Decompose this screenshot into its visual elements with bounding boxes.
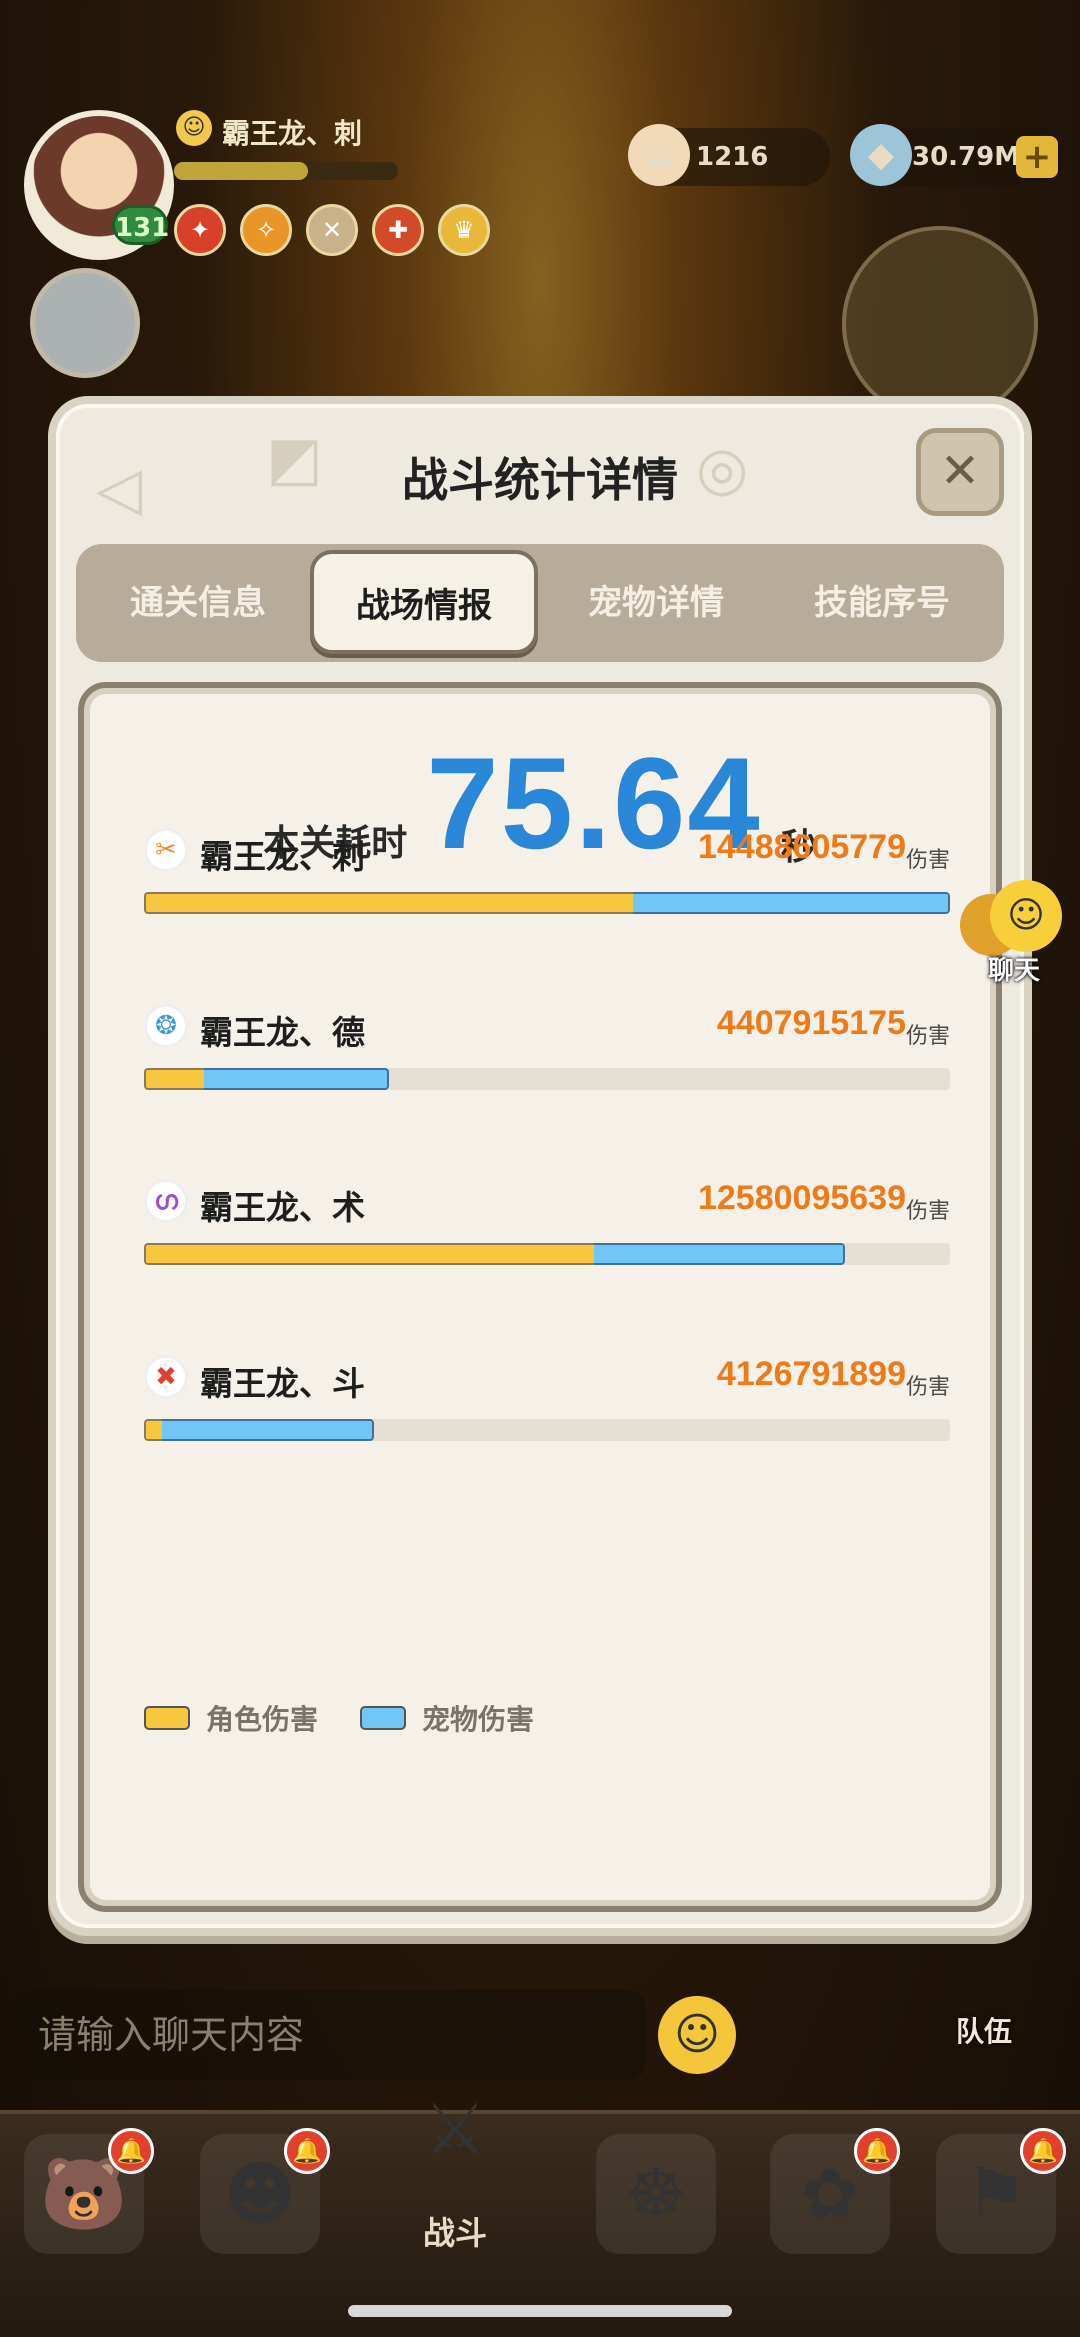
role-damage-label: 角色伤害 (206, 1703, 319, 1736)
battlefield-intel-panel: 本关耗时 75.64 秒 ✂ 霸王龙、刺 14488605779 伤害 ❂ 霸王龙、德 44… (78, 682, 1002, 1912)
player-name: 霸王龙、刺 (222, 117, 363, 150)
blade-class-icon: ✂ (144, 828, 188, 872)
bell-icon: 🔔 (108, 2128, 154, 2174)
smiley-icon: ☺ (990, 880, 1062, 952)
nav-battle-label: 战斗 (422, 2214, 487, 2252)
damage-unit: 伤害 (905, 1375, 950, 1400)
bell-icon: 🔔 (1020, 2128, 1066, 2174)
pet-damage-bar (162, 1419, 374, 1441)
player-name: 霸王龙、德 (200, 1013, 365, 1052)
bell-icon: 🔔 (854, 2128, 900, 2174)
pet-damage-swatch (360, 1706, 406, 1730)
damage-unit: 伤害 (905, 1024, 950, 1049)
player-name: 霸王龙、斗 (200, 1364, 365, 1403)
damage-unit: 伤害 (905, 1199, 950, 1224)
xp-bar (174, 162, 398, 180)
damage-bar (144, 1243, 950, 1265)
role-damage-bar (144, 892, 633, 914)
fighter-class-icon: ✖ (144, 1355, 188, 1399)
buff-icon[interactable]: ✦ (174, 204, 226, 256)
tab-pet-details[interactable]: 宠物详情 (540, 544, 772, 662)
bottom-nav: 🐻 🔔 ☻ 🔔 ⚔ 战斗 ☸ ✿ 🔔 ⚑ 🔔 (0, 2088, 1080, 2337)
chat-label: 聊天 (988, 956, 1041, 986)
crown-icon[interactable]: ♛ (438, 204, 490, 256)
role-damage-bar (144, 1068, 204, 1090)
pet-damage-bar (204, 1068, 389, 1090)
emoji-button[interactable]: ☺ (658, 1996, 736, 2074)
damage-value: 12580095639 (697, 1179, 906, 1217)
damage-bar (144, 1419, 950, 1441)
nav-guild[interactable]: ⚑ 🔔 (926, 2128, 1066, 2294)
player-name: 霸王龙、刺 (200, 837, 365, 876)
player-name: 霸王龙、术 (200, 1188, 365, 1227)
bell-icon: 🔔 (284, 2128, 330, 2174)
buff-icon[interactable]: ✚ (372, 204, 424, 256)
damage-bar (144, 1068, 950, 1090)
role-damage-swatch (144, 1706, 190, 1730)
pet-damage-label: 宠物伤害 (422, 1703, 535, 1736)
role-damage-bar (144, 1419, 162, 1441)
damage-value: 4126791899 (716, 1355, 906, 1393)
pet-damage-bar (594, 1243, 845, 1265)
stone-icon: ◆ (850, 124, 912, 186)
home-indicator (348, 2305, 732, 2317)
emote-icon: ☺ (176, 110, 212, 146)
dialog-title: 战斗统计详情 (402, 453, 678, 507)
nav-pet-shop[interactable]: 🐻 🔔 (14, 2128, 154, 2294)
chat-button[interactable]: ☺ 聊天 (960, 880, 1070, 990)
role-damage-bar (144, 1243, 594, 1265)
damage-value: 4407915175 (716, 1004, 906, 1042)
sword-icon: ⚔ (423, 2088, 487, 2170)
elder-icon: ☸ (596, 2134, 716, 2254)
tab-battlefield-intel[interactable]: 战场情报 (310, 550, 538, 654)
warlock-class-icon: ഗ (144, 1179, 188, 1223)
tab-bar: 通关信息 战场情报 宠物详情 技能序号 (76, 544, 1004, 662)
nav-character[interactable]: ☻ 🔔 (190, 2128, 330, 2294)
battle-stats-dialog: ◁ ◩ ◎ 战斗统计详情 ✕ 通关信息 战场情报 宠物详情 技能序号 本关耗时 … (48, 396, 1032, 1936)
damage-value: 14488605779 (697, 828, 906, 866)
tab-clear-info[interactable]: 通关信息 (82, 544, 314, 662)
level-badge: 131 (112, 205, 169, 245)
damage-row: ഗ 霸王龙、术 12580095639 伤害 (144, 1179, 950, 1279)
damage-unit: 伤害 (905, 848, 950, 873)
shell-icon: ◒ (628, 124, 690, 186)
damage-bar (144, 892, 950, 914)
nav-pets[interactable]: ✿ 🔔 (760, 2128, 900, 2294)
close-button[interactable]: ✕ (916, 428, 1004, 516)
team-button[interactable]: 队伍 (956, 2010, 1012, 2050)
shell-currency[interactable]: ◒ 1216 (628, 124, 830, 186)
stone-currency[interactable]: ◆ 30.79M + (850, 124, 1062, 186)
minimap[interactable] (842, 226, 1038, 422)
add-currency-button[interactable]: + (1016, 136, 1058, 178)
teammate-avatar[interactable] (30, 268, 140, 378)
druid-class-icon: ❂ (144, 1004, 188, 1048)
damage-row: ✖ 霸王龙、斗 4126791899 伤害 (144, 1355, 950, 1455)
tab-skill-order[interactable]: 技能序号 (766, 544, 998, 662)
buff-icon[interactable]: ✕ (306, 204, 358, 256)
damage-row: ✂ 霸王龙、刺 14488605779 伤害 (144, 828, 950, 928)
damage-row: ❂ 霸王龙、德 4407915175 伤害 (144, 1004, 950, 1104)
pet-damage-bar (633, 892, 950, 914)
chat-input[interactable]: 请输入聊天内容 (14, 1990, 646, 2080)
nav-battle[interactable]: ⚔ 战斗 (385, 2054, 525, 2252)
nav-elder[interactable]: ☸ (586, 2134, 726, 2294)
buff-icon[interactable]: ✧ (240, 204, 292, 256)
